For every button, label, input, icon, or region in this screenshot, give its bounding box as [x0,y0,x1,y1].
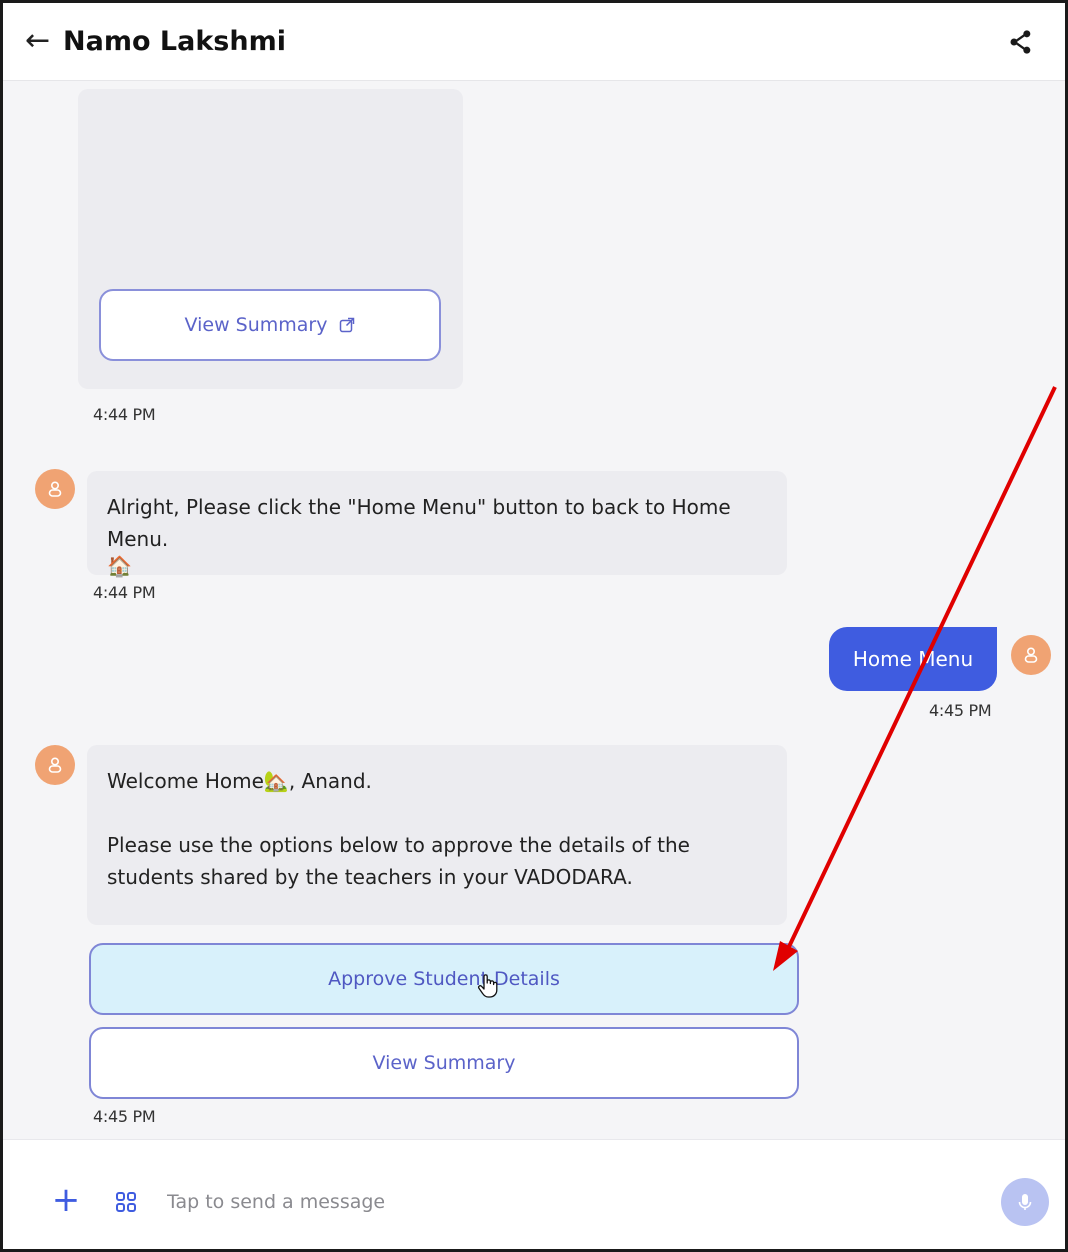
timestamp: 4:45 PM [929,701,992,720]
bot-message: Alright, Please click the "Home Menu" bu… [87,471,787,578]
approve-label: Approve Student Details [328,968,560,990]
view-summary-label: View Summary [184,314,328,336]
plus-icon[interactable]: + [41,1176,91,1226]
external-link-icon [340,317,355,333]
message-input[interactable] [167,1182,987,1222]
user-avatar [1011,635,1051,675]
microphone-icon [1018,1194,1032,1210]
timestamp: 4:45 PM [93,1107,156,1126]
chat-area[interactable]: View Summary 4:44 PM Alright, Please cli… [3,81,1065,1145]
grid-menu-icon[interactable] [115,1191,137,1213]
message-text: Welcome Home [107,769,264,793]
approve-student-details-button[interactable]: Approve Student Details [89,943,799,1015]
person-icon [48,757,62,773]
house-emoji: 🏠 [107,554,132,578]
message-text: Please use the options below to approve … [107,833,690,889]
bot-avatar [35,745,75,785]
person-icon [48,481,62,497]
view-summary-link-button[interactable]: View Summary [99,289,441,361]
message-composer: + [3,1139,1065,1249]
welcome-line: Welcome Home🏡, Anand. [107,765,747,797]
back-arrow-icon[interactable]: ← [25,23,50,59]
view-summary-button[interactable]: View Summary [89,1027,799,1099]
bot-avatar [35,469,75,509]
view-summary-label: View Summary [372,1052,516,1074]
bot-message: Welcome Home🏡, Anand. Please use the opt… [87,745,787,925]
message-text: Home Menu [852,647,974,671]
page-title: Namo Lakshmi [63,26,286,57]
user-message: Home Menu [829,627,997,691]
person-icon [1024,647,1038,663]
share-icon[interactable] [1007,27,1035,57]
message-text: , Anand. [288,769,372,793]
header-bar: ← Namo Lakshmi [3,3,1065,81]
timestamp: 4:44 PM [93,405,156,424]
hand-cursor-icon [478,974,498,998]
app-window: ← Namo Lakshmi View Summary 4:44 PM Alri… [0,0,1068,1252]
timestamp: 4:44 PM [93,583,156,602]
microphone-button[interactable] [1001,1178,1049,1226]
message-text: Alright, Please click the "Home Menu" bu… [107,495,731,551]
house-emoji: 🏡 [263,769,289,793]
